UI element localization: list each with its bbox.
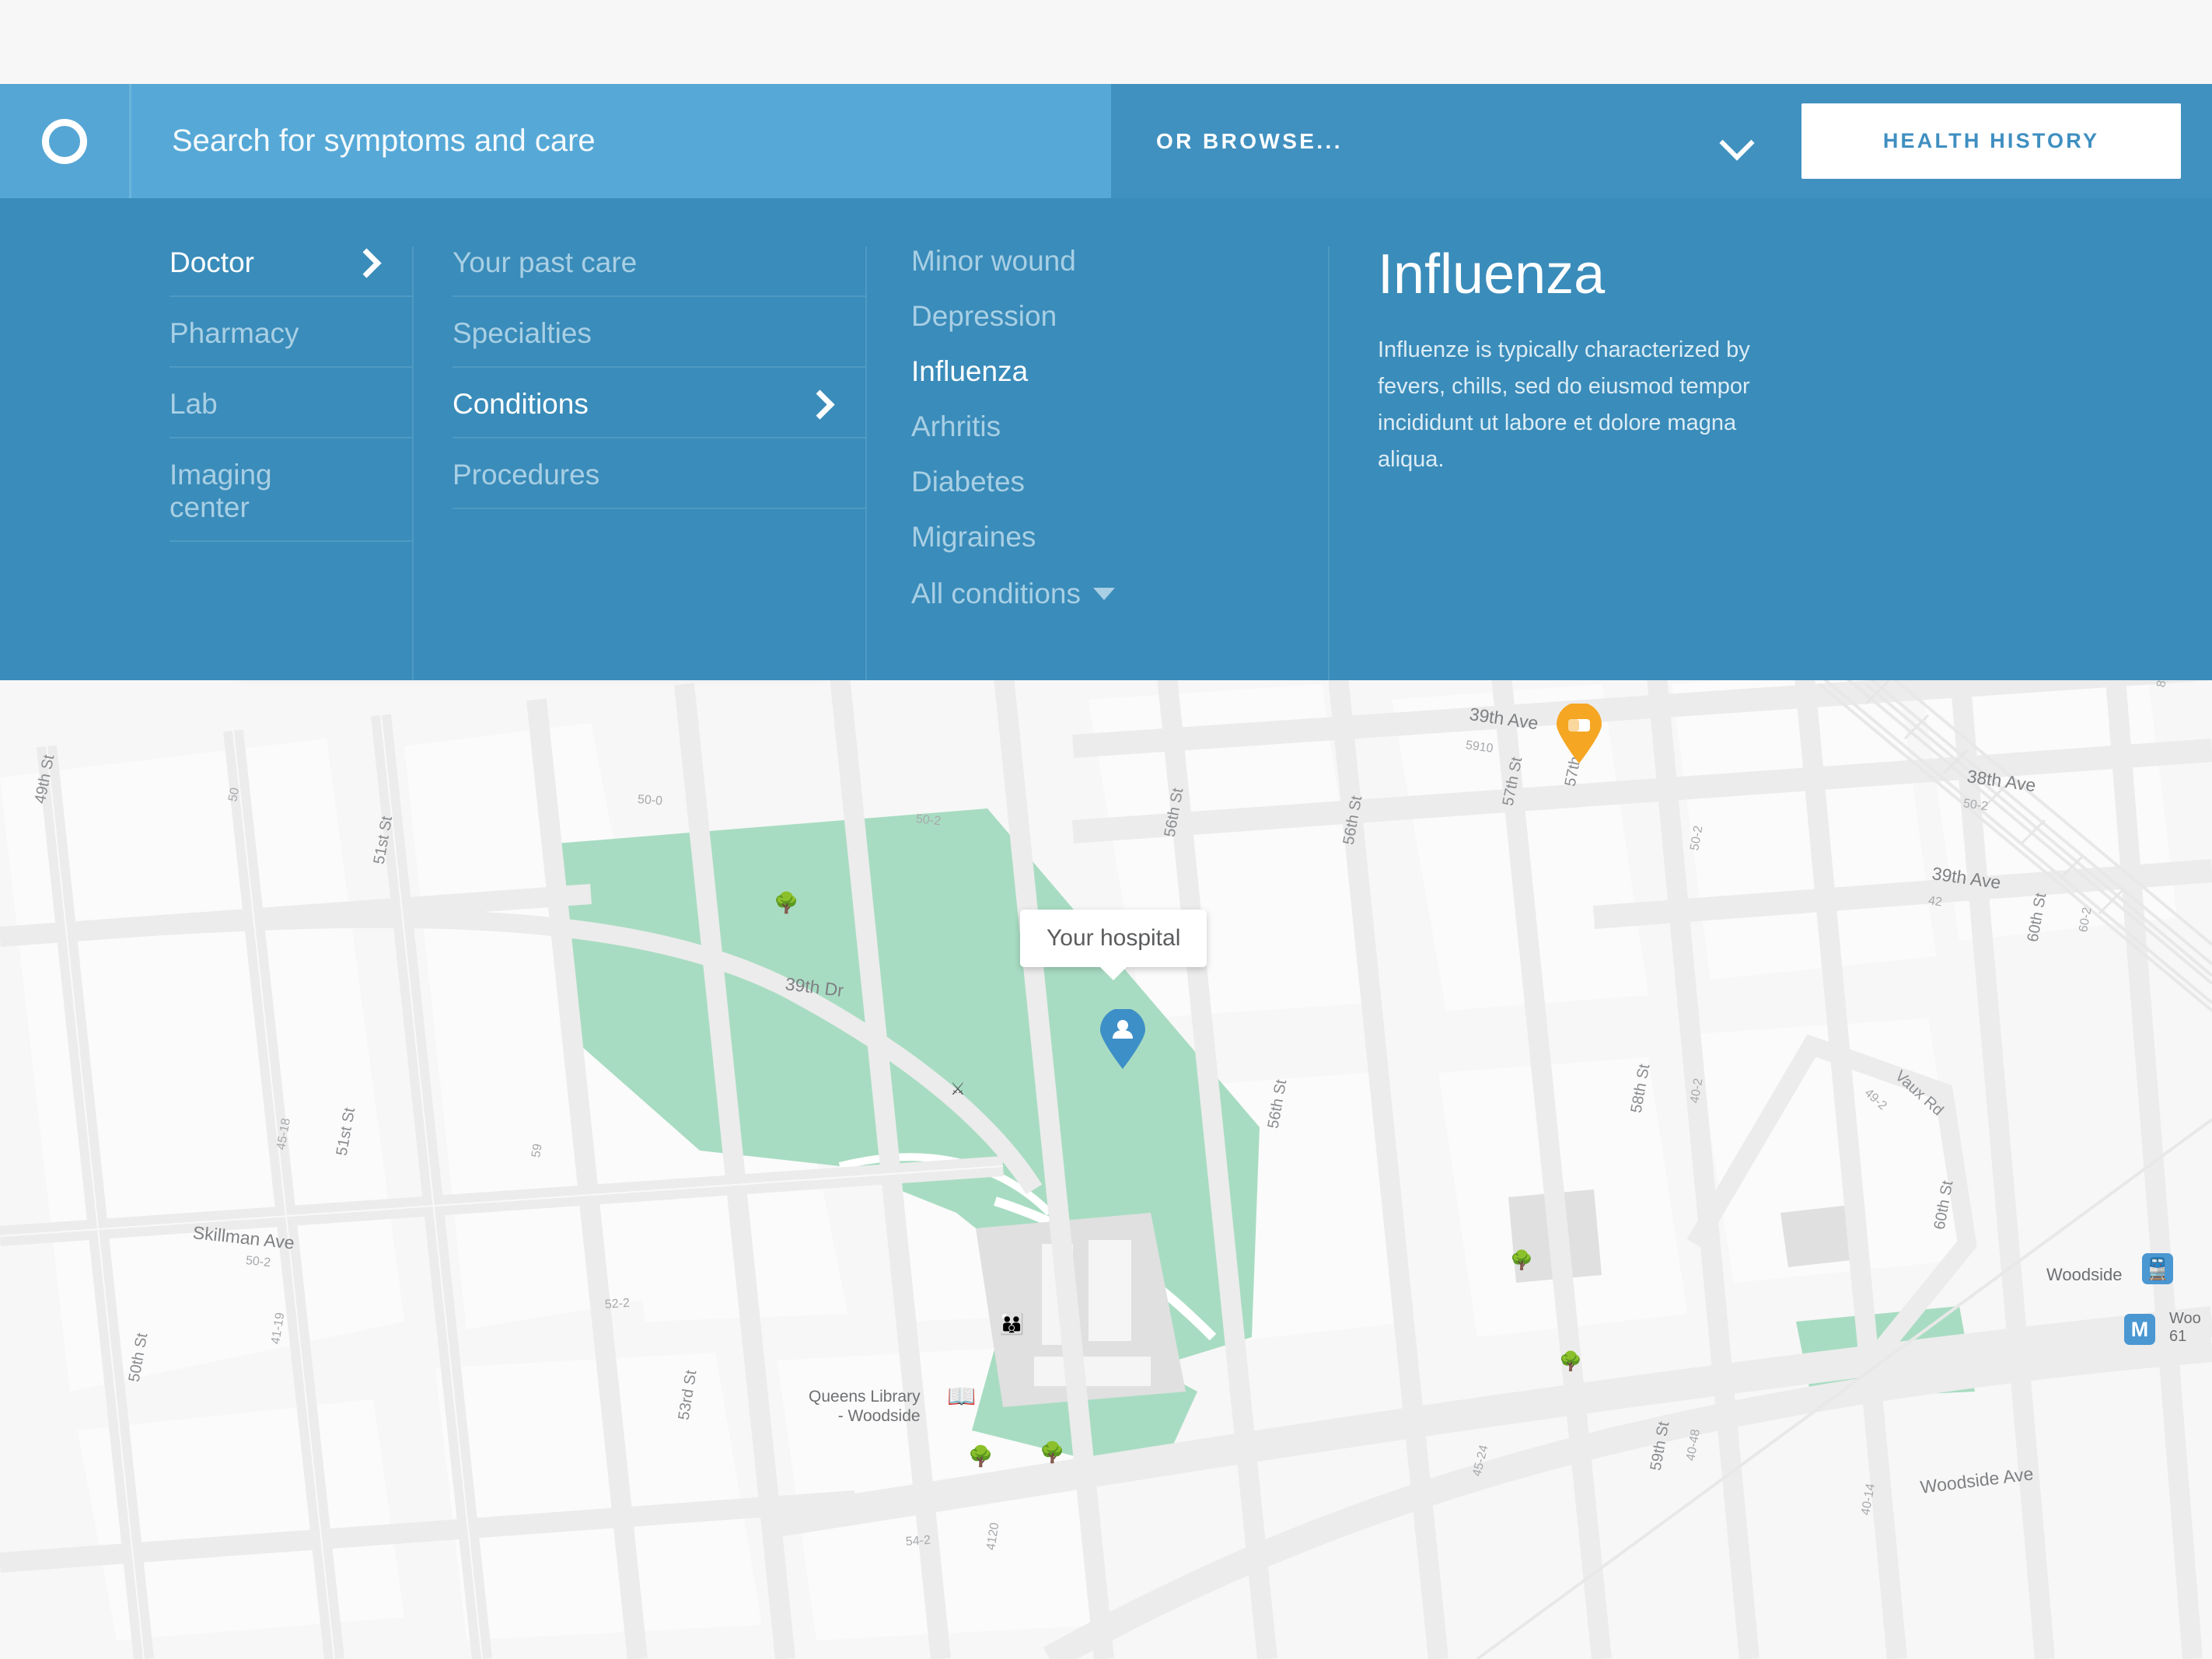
menu-item-specialties[interactable]: Specialties	[453, 317, 865, 368]
menu-item-label: Procedures	[453, 459, 600, 491]
train-icon[interactable]: 🚆	[2142, 1253, 2173, 1284]
poi-queens-library[interactable]: Queens Library - Woodside	[809, 1388, 921, 1427]
condition-item-migraines[interactable]: Migraines	[911, 522, 1036, 551]
metro-glyph: M	[2130, 1317, 2149, 1341]
person-pin-icon	[1100, 1008, 1145, 1069]
people-icon: 👪	[999, 1312, 1025, 1336]
metro-icon[interactable]: M	[2124, 1314, 2155, 1345]
transit-label-woodside-61: Woo 61	[2169, 1310, 2201, 1345]
condition-item-minor-wound[interactable]: Minor wound	[911, 246, 1076, 275]
poi-label-line2: - Woodside	[837, 1406, 921, 1425]
pharmacy-pin[interactable]	[1555, 702, 1603, 764]
search-input[interactable]: Search for symptoms and care	[129, 84, 1111, 198]
search-placeholder-text: Search for symptoms and care	[172, 124, 596, 158]
condition-detail-title: Influenza	[1378, 243, 1606, 306]
all-conditions-label: All conditions	[911, 578, 1082, 609]
monument-icon: ⚔	[950, 1079, 966, 1098]
ring-logo-icon	[42, 118, 87, 164]
health-history-button[interactable]: HEALTH HISTORY	[1801, 103, 2181, 179]
or-browse-dropdown[interactable]: OR BROWSE...	[1111, 84, 1801, 198]
menu-item-procedures[interactable]: Procedures	[453, 459, 865, 509]
tree-icon: 🌳	[968, 1444, 994, 1468]
menu-item-pharmacy[interactable]: Pharmacy	[169, 317, 412, 368]
chevron-down-icon	[1722, 126, 1753, 157]
menu-item-label: Imaging center	[169, 459, 272, 523]
menu-item-conditions[interactable]: Conditions	[453, 388, 865, 438]
condition-item-influenza[interactable]: Influenza	[911, 357, 1028, 386]
hospital-tooltip-label: Your hospital	[1047, 925, 1181, 951]
tree-icon: 🌳	[1559, 1351, 1582, 1372]
chevron-right-icon	[809, 394, 830, 414]
browse-mega-menu: Doctor Pharmacy Lab Imaging center Your …	[0, 198, 2212, 680]
menu-item-lab[interactable]: Lab	[169, 388, 412, 438]
menu-item-doctor[interactable]: Doctor	[169, 246, 412, 297]
condition-detail-description: Influenze is typically characterized by …	[1378, 337, 1750, 472]
menu-item-label: Lab	[169, 388, 218, 420]
condition-item-depression[interactable]: Depression	[911, 302, 1057, 330]
header-bar: Search for symptoms and care OR BROWSE..…	[0, 84, 2212, 198]
logo[interactable]	[0, 84, 129, 198]
train-glyph: 🚆	[2144, 1256, 2171, 1280]
poi-label-line1: Queens Library	[809, 1388, 921, 1406]
health-history-cell: HEALTH HISTORY	[1801, 84, 2212, 198]
tree-icon: 🌳	[774, 891, 799, 914]
hospital-tooltip[interactable]: Your hospital	[1020, 910, 1207, 980]
menu-item-label: Your past care	[453, 246, 638, 278]
menu-item-label: Specialties	[453, 317, 592, 349]
menu-item-label: Pharmacy	[169, 317, 299, 349]
browse-by-column: Your past care Specialties Conditions Pr…	[412, 246, 865, 680]
all-conditions-button[interactable]: All conditions	[911, 578, 1328, 610]
transit-label-woodside: Woodside	[2046, 1265, 2123, 1284]
or-browse-label: OR BROWSE...	[1156, 128, 1343, 153]
menu-item-your-past-care[interactable]: Your past care	[453, 246, 865, 297]
caret-down-icon	[1093, 588, 1116, 600]
tree-icon: 🌳	[1510, 1250, 1533, 1271]
condition-item-diabetes[interactable]: Diabetes	[911, 467, 1025, 496]
pill-pin-icon	[1557, 702, 1602, 763]
library-icon: 📖	[947, 1384, 977, 1409]
condition-item-arhritis[interactable]: Arhritis	[911, 412, 1001, 441]
hospital-pin[interactable]	[1099, 1008, 1147, 1070]
app-header: Search for symptoms and care OR BROWSE..…	[0, 0, 2212, 198]
conditions-column: Minor wound Depression Influenza Arhriti…	[865, 246, 1328, 680]
menu-item-label: Doctor	[169, 246, 254, 278]
menu-item-label: Conditions	[453, 388, 589, 420]
menu-item-imaging-center[interactable]: Imaging center	[169, 459, 412, 542]
provider-type-column: Doctor Pharmacy Lab Imaging center	[0, 246, 412, 680]
condition-detail-column: Influenza Influenze is typically charact…	[1328, 246, 2212, 680]
chevron-right-icon	[356, 253, 376, 273]
tree-icon: 🌳	[1040, 1441, 1065, 1464]
app-root: .rd { stroke:#ececec; stroke-linecap:but…	[0, 0, 2212, 1659]
